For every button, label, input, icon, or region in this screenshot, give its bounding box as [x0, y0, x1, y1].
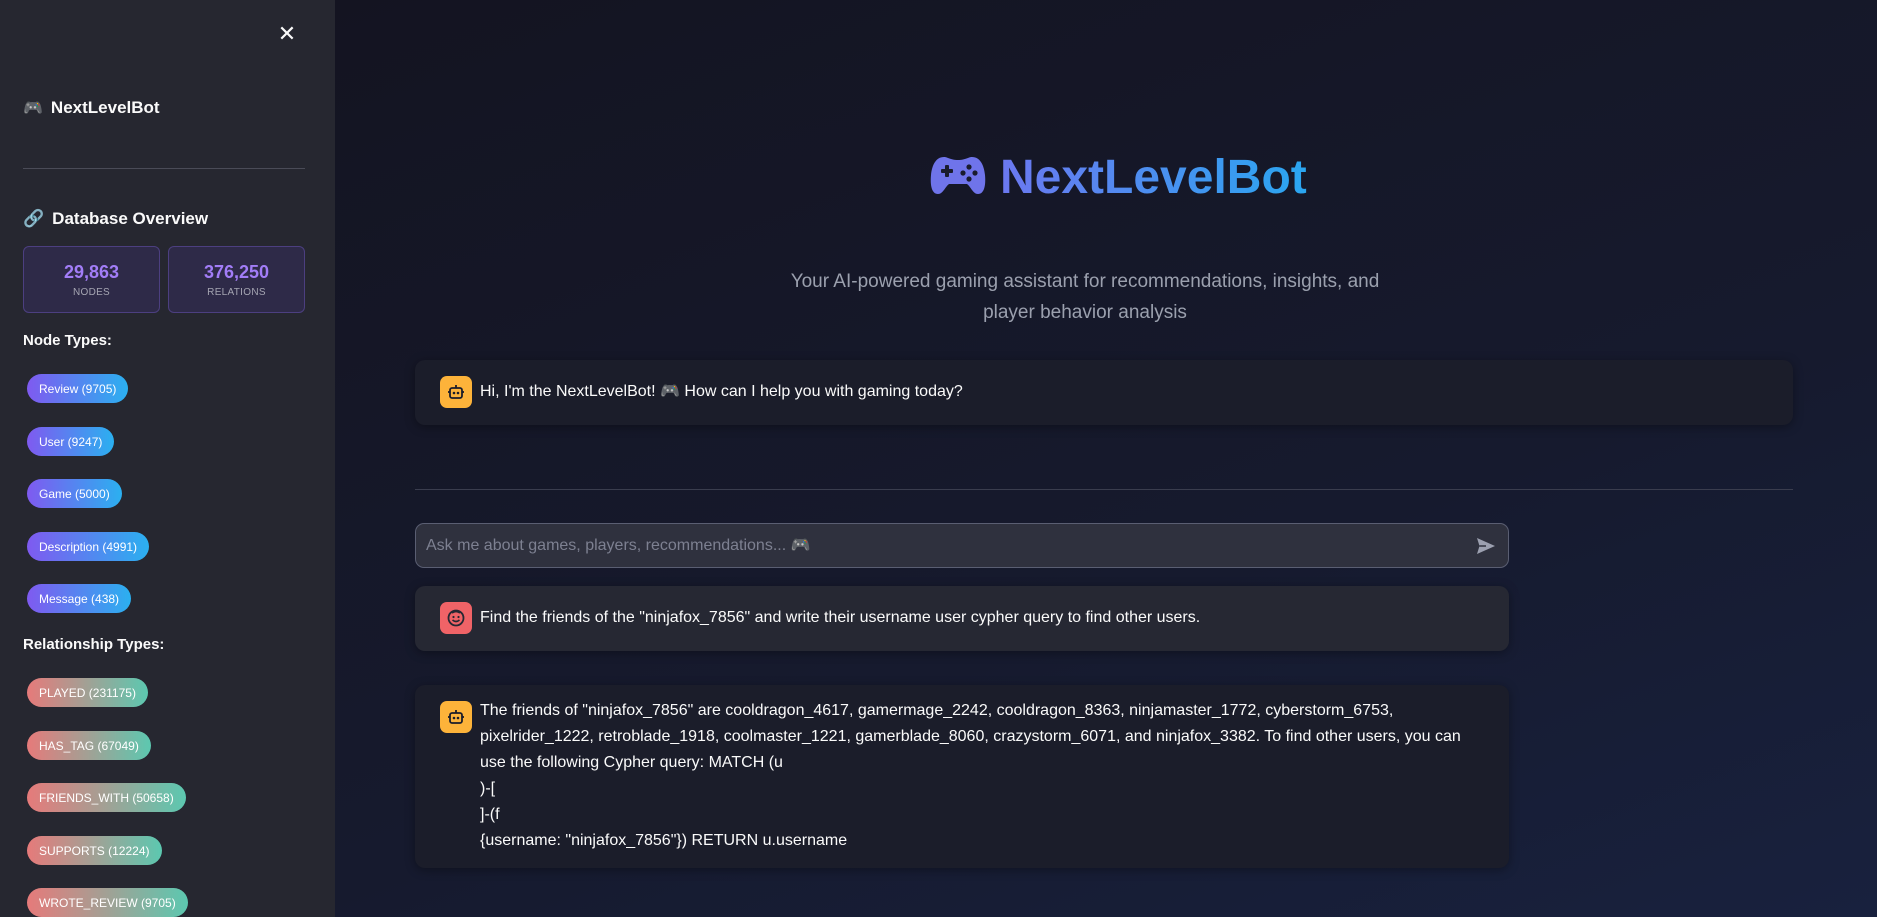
link-icon: 🔗: [23, 209, 45, 228]
assistant-reply-line: {username: "ninjafox_7856"}) RETURN u.us…: [480, 832, 848, 849]
gamepad-emoji-icon: 🎮: [23, 100, 43, 117]
nodes-count: 29,863: [63, 261, 120, 282]
user-message-text: Find the friends of the "ninjafox_7856" …: [480, 609, 1201, 626]
chat-divider: [415, 489, 1793, 490]
gamepad-icon: [930, 153, 986, 202]
sidebar-app-title: 🎮 NextLevelBot: [23, 98, 160, 118]
node-type-pill: Description (4991): [27, 532, 150, 561]
relationship-type-pill: SUPPORTS (12224): [27, 836, 162, 865]
smiley-face-icon: [447, 609, 465, 627]
assistant-reply-line: ]-(f: [480, 806, 500, 823]
node-type-pill: Review (9705): [27, 374, 129, 403]
send-icon: [1477, 538, 1495, 554]
relationship-type-pill: FRIENDS_WITH (50658): [27, 783, 186, 812]
chat-input-container: [415, 523, 1509, 568]
main-content: NextLevelBot Your AI-powered gaming assi…: [335, 0, 1877, 917]
database-overview-title: Database Overview: [52, 209, 209, 228]
hero-title: NextLevelBot: [1000, 151, 1307, 204]
nodes-stat-card: 29,863 NODES: [23, 246, 160, 313]
bot-avatar: [440, 701, 472, 733]
user-message: Find the friends of the "ninjafox_7856" …: [415, 586, 1509, 651]
hero-subtitle: Your AI-powered gaming assistant for rec…: [790, 271, 1380, 323]
relationship-type-pill: HAS_TAG (67049): [27, 731, 151, 760]
node-type-pill: Message (438): [27, 584, 132, 613]
relationship-types-heading: Relationship Types:: [23, 636, 165, 653]
assistant-message: The friends of "ninjafox_7856" are coold…: [415, 685, 1509, 868]
assistant-message: Hi, I'm the NextLevelBot! 🎮 How can I he…: [415, 360, 1793, 425]
database-overview-heading: 🔗 Database Overview: [23, 209, 208, 229]
relationship-type-pill: WROTE_REVIEW (9705): [27, 888, 188, 917]
sidebar: ✕ 🎮 NextLevelBot 🔗 Database Overview 29,…: [0, 0, 335, 917]
sidebar-divider: [23, 168, 305, 169]
hero-header: NextLevelBot: [930, 150, 1307, 205]
assistant-reply-line: )-[: [480, 780, 496, 797]
assistant-reply-text: The friends of "ninjafox_7856" are coold…: [480, 698, 1469, 854]
bot-avatar: [440, 376, 472, 408]
robot-icon: [448, 385, 464, 399]
close-icon: ✕: [277, 21, 297, 46]
send-button[interactable]: [1474, 534, 1498, 558]
relations-count: 376,250: [203, 261, 270, 282]
assistant-reply-line: The friends of "ninjafox_7856" are coold…: [480, 702, 1461, 771]
assistant-message-text: Hi, I'm the NextLevelBot! 🎮 How can I he…: [480, 383, 963, 400]
relations-stat-card: 376,250 RELATIONS: [168, 246, 305, 313]
user-avatar: [440, 602, 472, 634]
close-sidebar-button[interactable]: ✕: [275, 22, 299, 46]
nodes-label: NODES: [72, 286, 111, 298]
robot-icon: [448, 710, 464, 724]
node-type-pill: Game (5000): [27, 479, 122, 508]
chat-input[interactable]: [416, 524, 1456, 567]
sidebar-app-title-text: NextLevelBot: [50, 98, 160, 117]
relations-label: RELATIONS: [207, 286, 266, 298]
node-types-heading: Node Types:: [23, 332, 112, 349]
relationship-type-pill: PLAYED (231175): [27, 678, 148, 707]
node-type-pill: User (9247): [27, 427, 115, 456]
